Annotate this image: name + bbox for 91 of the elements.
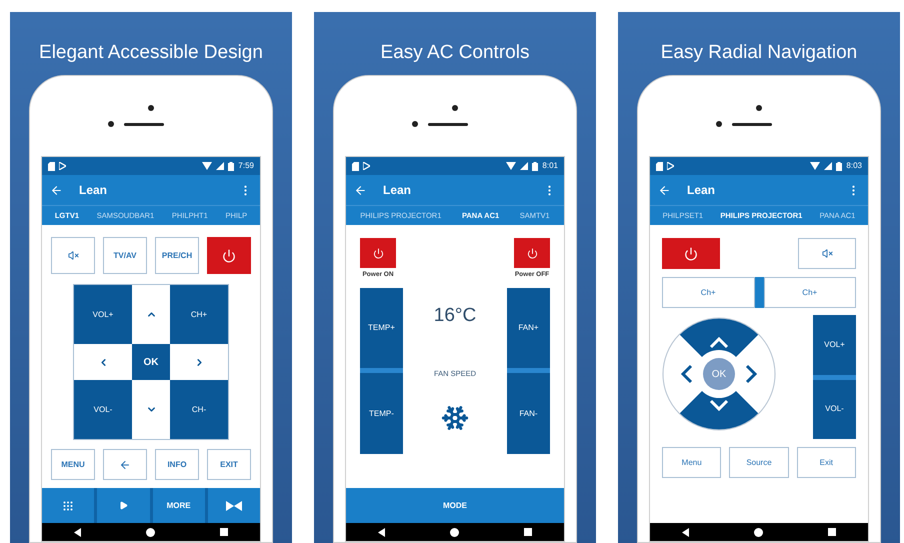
back-arrow-icon (119, 458, 131, 470)
back-arrow-icon[interactable] (658, 184, 671, 196)
remote-button[interactable]: Source (729, 447, 789, 478)
panel-heading: Elegant Accessible Design (39, 41, 263, 65)
home-icon[interactable] (754, 528, 763, 536)
panel-heading: Easy Radial Navigation (660, 41, 858, 65)
play-icon (363, 162, 370, 170)
battery-icon (228, 162, 234, 170)
home-icon[interactable] (450, 528, 459, 536)
sensor-dot-icon (412, 121, 418, 127)
sensor-dot-icon (108, 121, 114, 127)
signal-icon (824, 162, 832, 170)
channel-button[interactable]: Ch+ (662, 277, 754, 308)
play-icon (667, 162, 674, 170)
power-button[interactable] (360, 238, 396, 268)
app-title: Lean (383, 182, 412, 199)
remote-button[interactable]: PRE/CH (155, 237, 199, 274)
app-title: Lean (687, 182, 716, 199)
remote-button[interactable]: Menu (662, 447, 722, 478)
wifi-icon (810, 162, 820, 170)
volume-key[interactable]: VOL+ (813, 315, 856, 374)
ac-key[interactable]: FAN+ (506, 288, 550, 368)
back-icon[interactable] (378, 528, 386, 536)
bowtie-button[interactable] (208, 488, 260, 523)
sd-card-icon (352, 162, 359, 170)
play-icon (118, 501, 128, 510)
chevron-right-icon (746, 364, 758, 384)
remote-button[interactable]: EXIT (207, 449, 251, 480)
panel-heading: Easy AC Controls (380, 41, 530, 65)
power-icon (372, 248, 384, 258)
pad-key[interactable]: CH- (170, 380, 228, 439)
chevron-left-icon (680, 364, 692, 384)
play-icon (59, 162, 66, 170)
status-time: 8:01 (542, 162, 558, 170)
status-time: 8:03 (846, 162, 862, 170)
bar-button[interactable]: MORE (152, 488, 205, 523)
speaker-grille-icon (732, 122, 772, 126)
channel-button[interactable]: Ch+ (764, 277, 856, 308)
back-arrow-icon[interactable] (50, 184, 63, 196)
sd-card-icon (656, 162, 663, 170)
pad-key[interactable]: CH+ (170, 285, 228, 344)
recents-icon[interactable] (220, 528, 228, 536)
ac-key[interactable]: TEMP+ (360, 288, 403, 368)
back-icon[interactable] (74, 528, 82, 536)
signal-icon (216, 162, 224, 170)
remote-button[interactable]: INFO (155, 449, 199, 480)
camera-dot-icon (756, 105, 762, 111)
pad-key[interactable]: VOL+ (74, 285, 132, 344)
keypad-icon (62, 500, 74, 512)
sensor-dot-icon (716, 121, 722, 127)
back-icon[interactable] (682, 528, 690, 536)
wifi-icon (202, 162, 212, 170)
app-title: Lean (79, 182, 108, 199)
temperature-reading: 16°C (434, 304, 476, 328)
power-icon (684, 246, 698, 260)
status-time: 7:59 (238, 162, 254, 170)
sd-card-icon (48, 162, 55, 170)
speaker-grille-icon (124, 122, 164, 126)
volume-key[interactable]: VOL- (813, 380, 856, 439)
power-button[interactable] (207, 237, 251, 274)
power-icon (526, 248, 538, 258)
back-arrow-icon[interactable] (354, 184, 367, 196)
signal-icon (520, 162, 528, 170)
camera-dot-icon (148, 105, 154, 111)
remote-button[interactable]: Exit (796, 447, 856, 478)
battery-icon (532, 162, 538, 170)
up-button[interactable] (680, 318, 758, 357)
chevron-down-icon (710, 400, 728, 412)
remote-button[interactable]: MENU (51, 449, 95, 480)
battery-icon (836, 162, 842, 170)
power-button[interactable] (514, 238, 550, 268)
wifi-icon (506, 162, 516, 170)
pad-key[interactable]: VOL- (74, 380, 132, 439)
speaker-grille-icon (428, 122, 468, 126)
ok-button[interactable]: OK (132, 344, 170, 380)
bowtie-icon (226, 500, 242, 510)
ac-key[interactable]: TEMP- (360, 373, 403, 454)
camera-dot-icon (452, 105, 458, 111)
recents-icon[interactable] (524, 528, 532, 536)
power-icon (222, 248, 236, 262)
recents-icon[interactable] (828, 528, 836, 536)
bar-button[interactable]: MODE (346, 488, 564, 523)
snowflake-icon[interactable] (440, 404, 469, 432)
mute-icon (822, 248, 832, 259)
home-icon[interactable] (146, 528, 155, 536)
chevron-up-icon (710, 336, 728, 348)
mute-icon (68, 250, 78, 261)
down-button[interactable] (680, 391, 758, 430)
power-button[interactable] (662, 238, 720, 269)
remote-button[interactable]: TV/AV (103, 237, 147, 274)
ac-key[interactable]: FAN- (506, 373, 550, 454)
